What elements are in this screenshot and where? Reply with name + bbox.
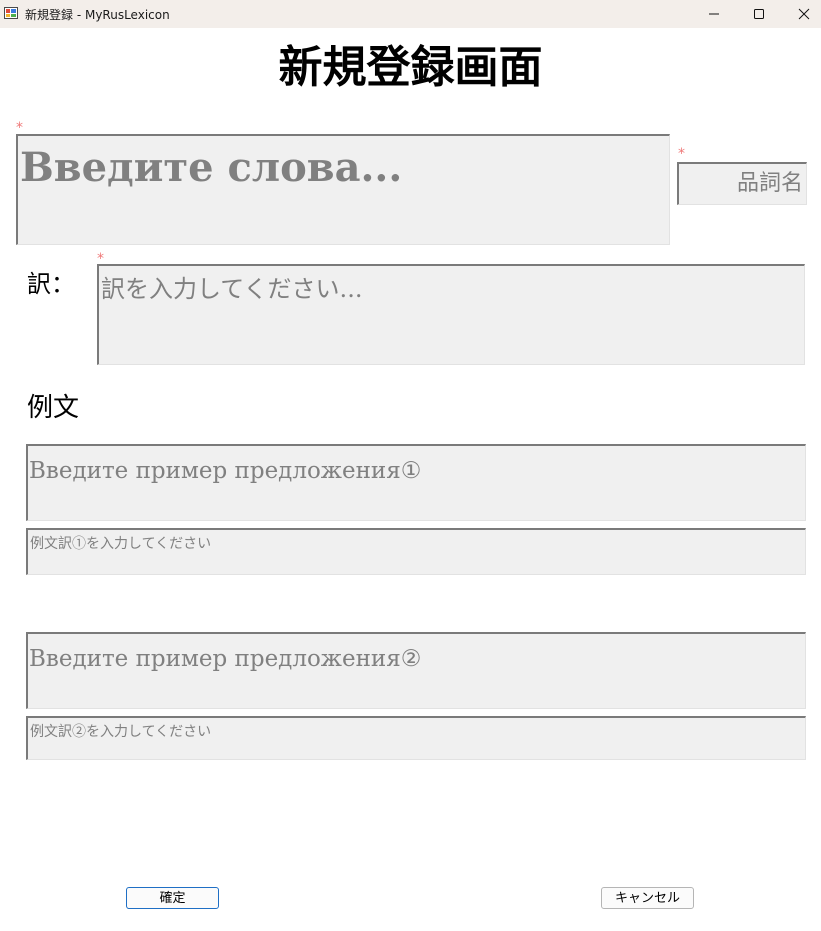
translation-label: 訳： xyxy=(27,270,75,298)
page-title: 新規登録画面 xyxy=(278,42,543,93)
example-sentence-2-input[interactable]: Введите пример предложения② xyxy=(26,632,806,709)
example-sentence-1-input[interactable]: Введите пример предложения① xyxy=(26,444,806,521)
window-titlebar: 新規登録 - MyRusLexicon xyxy=(0,0,821,28)
word-input[interactable]: Введите слова... xyxy=(16,134,670,245)
maximize-button[interactable] xyxy=(737,0,781,28)
window-title: 新規登録 - MyRusLexicon xyxy=(25,8,170,22)
translation-input[interactable]: 訳を入力してください... xyxy=(97,264,805,365)
minimize-icon xyxy=(709,13,719,15)
app-icon xyxy=(4,7,18,19)
close-button[interactable] xyxy=(782,0,821,28)
pos-required-mark: * xyxy=(678,146,685,162)
minimize-button[interactable] xyxy=(692,0,736,28)
confirm-button[interactable]: 確定 xyxy=(126,887,219,909)
part-of-speech-input[interactable]: 品詞名 xyxy=(677,162,807,205)
example-translation-2-input[interactable]: 例文訳②を入力してください xyxy=(26,716,806,760)
word-required-mark: * xyxy=(16,120,23,136)
maximize-icon xyxy=(754,9,764,19)
examples-heading: 例文 xyxy=(27,393,80,423)
cancel-button[interactable]: キャンセル xyxy=(601,887,694,909)
example-translation-1-input[interactable]: 例文訳①を入力してください xyxy=(26,528,806,575)
close-icon xyxy=(798,8,810,20)
